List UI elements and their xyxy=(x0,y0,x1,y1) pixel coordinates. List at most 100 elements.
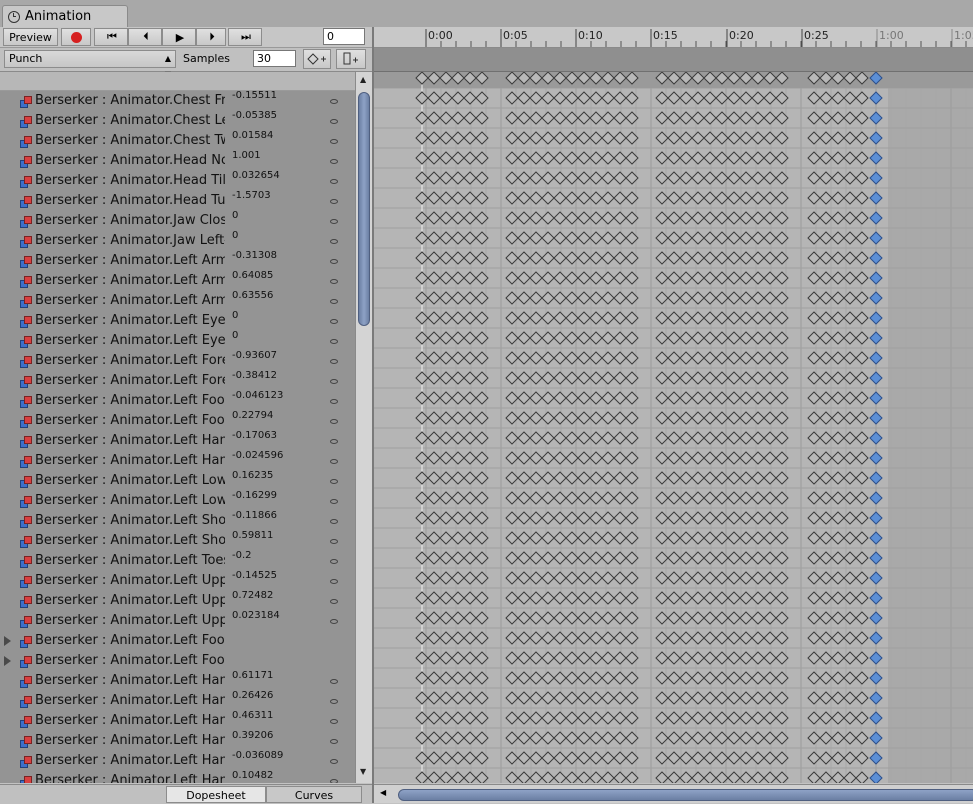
keyframe[interactable] xyxy=(763,371,777,385)
keyframe[interactable] xyxy=(751,771,765,783)
keyframe[interactable] xyxy=(751,91,765,105)
keyframe[interactable] xyxy=(763,771,777,783)
keyframe[interactable] xyxy=(439,151,453,165)
selected-keyframe[interactable] xyxy=(869,691,883,705)
play-button[interactable]: ▶ xyxy=(162,28,196,46)
keyframe[interactable] xyxy=(855,651,869,665)
keyframe[interactable] xyxy=(807,231,821,245)
keyframe[interactable] xyxy=(577,351,591,365)
keyframe[interactable] xyxy=(679,191,693,205)
keyframe[interactable] xyxy=(703,711,717,725)
property-value[interactable]: 0 xyxy=(232,310,238,321)
keyframe[interactable] xyxy=(691,211,705,225)
keyframe[interactable] xyxy=(613,711,627,725)
keyframe[interactable] xyxy=(529,371,543,385)
keyframe[interactable] xyxy=(613,231,627,245)
keyframe[interactable] xyxy=(541,271,555,285)
keyframe[interactable] xyxy=(667,131,681,145)
keyframe[interactable] xyxy=(679,91,693,105)
keyframe[interactable] xyxy=(703,111,717,125)
keyframe[interactable] xyxy=(703,531,717,545)
property-row[interactable]: Berserker : Animator.Head Tilt Left-Righ… xyxy=(0,170,355,191)
keyframe[interactable] xyxy=(463,651,477,665)
keyframe-toggle-icon[interactable] xyxy=(330,339,338,344)
keyframe[interactable] xyxy=(517,311,531,325)
keyframe[interactable] xyxy=(691,231,705,245)
keyframe[interactable] xyxy=(679,751,693,765)
keyframe[interactable] xyxy=(577,251,591,265)
keyframe[interactable] xyxy=(451,211,465,225)
keyframe[interactable] xyxy=(529,251,543,265)
keyframe[interactable] xyxy=(703,631,717,645)
keyframe[interactable] xyxy=(691,511,705,525)
property-row[interactable]: Berserker : Animator.Left Upper Leg Fron… xyxy=(0,570,355,591)
keyframe[interactable] xyxy=(727,231,741,245)
property-value[interactable]: -0.036089 xyxy=(232,750,283,761)
keyframe[interactable] xyxy=(831,291,845,305)
keyframe[interactable] xyxy=(541,251,555,265)
keyframe[interactable] xyxy=(439,451,453,465)
keyframe-toggle-icon[interactable] xyxy=(330,379,338,384)
keyframe[interactable] xyxy=(613,751,627,765)
keyframe[interactable] xyxy=(763,551,777,565)
keyframe[interactable] xyxy=(439,111,453,125)
keyframe[interactable] xyxy=(463,191,477,205)
keyframe[interactable] xyxy=(739,151,753,165)
property-value[interactable]: 0.39206 xyxy=(232,730,273,741)
keyframe[interactable] xyxy=(541,231,555,245)
keyframe[interactable] xyxy=(831,131,845,145)
keyframe[interactable] xyxy=(613,471,627,485)
keyframe[interactable] xyxy=(589,751,603,765)
keyframe[interactable] xyxy=(727,651,741,665)
keyframe[interactable] xyxy=(589,331,603,345)
keyframe[interactable] xyxy=(667,111,681,125)
keyframe[interactable] xyxy=(667,231,681,245)
keyframe[interactable] xyxy=(601,451,615,465)
keyframe[interactable] xyxy=(517,491,531,505)
property-row[interactable]: Berserker : Animator.Left Shoulder Front… xyxy=(0,530,355,551)
keyframe[interactable] xyxy=(807,571,821,585)
keyframe[interactable] xyxy=(703,291,717,305)
keyframe[interactable] xyxy=(855,171,869,185)
property-value[interactable]: -1.5703 xyxy=(232,190,271,201)
keyframe[interactable] xyxy=(613,311,627,325)
keyframe[interactable] xyxy=(703,571,717,585)
keyframe[interactable] xyxy=(613,331,627,345)
selected-keyframe[interactable] xyxy=(869,711,883,725)
keyframe[interactable] xyxy=(703,591,717,605)
keyframe[interactable] xyxy=(855,251,869,265)
keyframe[interactable] xyxy=(831,651,845,665)
keyframe[interactable] xyxy=(679,471,693,485)
keyframe[interactable] xyxy=(855,691,869,705)
keyframe[interactable] xyxy=(541,351,555,365)
keyframe[interactable] xyxy=(451,651,465,665)
keyframe[interactable] xyxy=(517,771,531,783)
keyframe[interactable] xyxy=(679,551,693,565)
keyframe[interactable] xyxy=(529,291,543,305)
keyframe[interactable] xyxy=(691,611,705,625)
keyframe[interactable] xyxy=(819,211,833,225)
selected-keyframe[interactable] xyxy=(869,131,883,145)
keyframe[interactable] xyxy=(613,271,627,285)
keyframe-toggle-icon[interactable] xyxy=(330,539,338,544)
keyframe[interactable] xyxy=(703,411,717,425)
keyframe[interactable] xyxy=(517,531,531,545)
selected-keyframe[interactable] xyxy=(869,431,883,445)
keyframe[interactable] xyxy=(517,91,531,105)
keyframe[interactable] xyxy=(463,691,477,705)
keyframe[interactable] xyxy=(739,611,753,625)
keyframe[interactable] xyxy=(577,611,591,625)
keyframe[interactable] xyxy=(751,291,765,305)
keyframe[interactable] xyxy=(589,131,603,145)
keyframe[interactable] xyxy=(819,191,833,205)
keyframe[interactable] xyxy=(577,331,591,345)
keyframe[interactable] xyxy=(751,751,765,765)
keyframe[interactable] xyxy=(529,391,543,405)
keyframe[interactable] xyxy=(703,191,717,205)
keyframe[interactable] xyxy=(613,571,627,585)
keyframe[interactable] xyxy=(529,751,543,765)
property-row[interactable]: Berserker : Animator.Chest Left-Right -0.… xyxy=(0,110,355,131)
keyframe[interactable] xyxy=(601,131,615,145)
keyframe[interactable] xyxy=(589,251,603,265)
keyframe[interactable] xyxy=(439,411,453,425)
